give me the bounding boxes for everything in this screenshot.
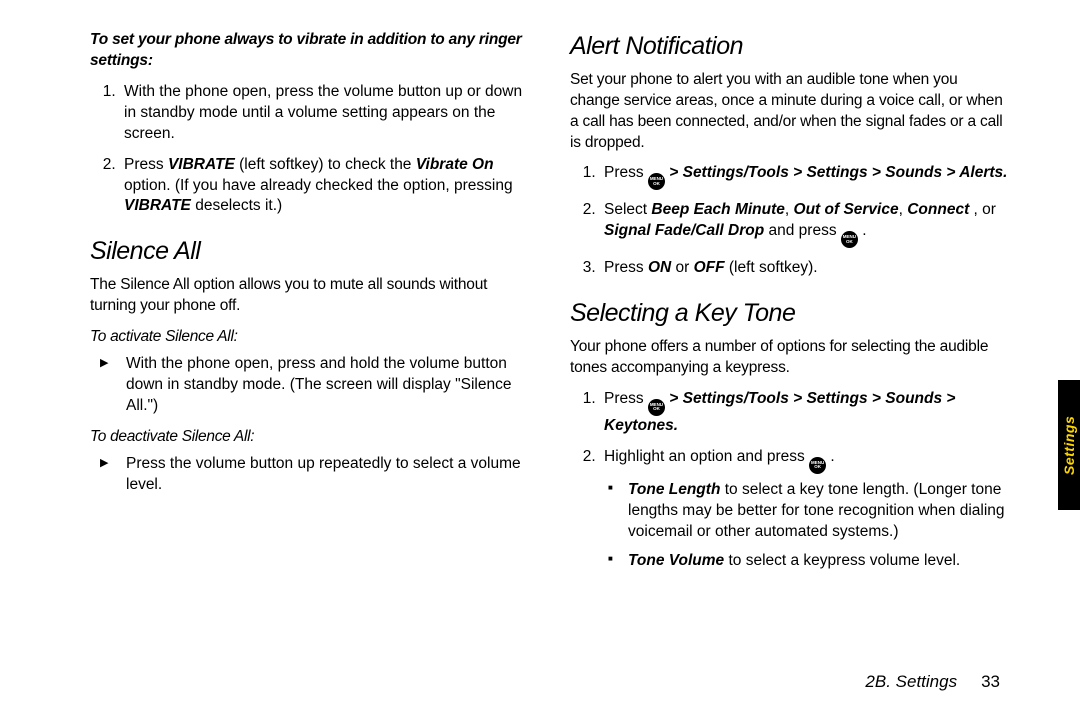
right-column: Alert Notification Set your phone to ale… xyxy=(570,30,1010,690)
keytone-steps: Press MENUOK > Settings/Tools > Settings… xyxy=(570,389,1010,572)
page-footer: 2B. Settings 33 xyxy=(865,672,1000,692)
menu-ok-icon: MENUOK xyxy=(648,173,665,190)
activate-silence-item: With the phone open, press and hold the … xyxy=(120,354,530,417)
footer-section: 2B. Settings xyxy=(865,672,957,691)
deactivate-silence-heading: To deactivate Silence All: xyxy=(90,427,530,448)
footer-page-number: 33 xyxy=(981,672,1000,691)
keytone-step-1: Press MENUOK > Settings/Tools > Settings… xyxy=(600,389,1010,437)
deactivate-silence-list: Press the volume button up repeatedly to… xyxy=(90,454,530,496)
alert-step-2: Select Beep Each Minute, Out of Service,… xyxy=(600,200,1010,248)
menu-ok-icon: MENUOK xyxy=(648,399,665,416)
manual-page: To set your phone always to vibrate in a… xyxy=(0,0,1080,720)
key-tone-heading: Selecting a Key Tone xyxy=(570,297,1010,331)
menu-ok-icon: MENUOK xyxy=(841,231,858,248)
menu-ok-icon: MENUOK xyxy=(809,457,826,474)
silence-all-heading: Silence All xyxy=(90,235,530,269)
silence-all-desc: The Silence All option allows you to mut… xyxy=(90,275,530,317)
vibrate-step-2: Press VIBRATE (left softkey) to check th… xyxy=(120,155,530,218)
key-tone-desc: Your phone offers a number of options fo… xyxy=(570,337,1010,379)
tone-volume-item: Tone Volume to select a keypress volume … xyxy=(622,551,1010,572)
keytone-sublist: Tone Length to select a key tone length.… xyxy=(604,480,1010,572)
section-tab: Settings xyxy=(1058,380,1080,510)
alert-steps: Press MENUOK > Settings/Tools > Settings… xyxy=(570,163,1010,279)
tone-length-item: Tone Length to select a key tone length.… xyxy=(622,480,1010,543)
alert-notification-heading: Alert Notification xyxy=(570,30,1010,64)
activate-silence-list: With the phone open, press and hold the … xyxy=(90,354,530,417)
activate-silence-heading: To activate Silence All: xyxy=(90,327,530,348)
deactivate-silence-item: Press the volume button up repeatedly to… xyxy=(120,454,530,496)
alert-step-1: Press MENUOK > Settings/Tools > Settings… xyxy=(600,163,1010,190)
keytone-step-2: Highlight an option and press MENUOK . T… xyxy=(600,447,1010,572)
vibrate-step-1: With the phone open, press the volume bu… xyxy=(120,82,530,145)
alert-notification-desc: Set your phone to alert you with an audi… xyxy=(570,70,1010,154)
vibrate-steps: With the phone open, press the volume bu… xyxy=(90,82,530,218)
alert-step-3: Press ON or OFF (left softkey). xyxy=(600,258,1010,279)
left-column: To set your phone always to vibrate in a… xyxy=(90,30,530,690)
vibrate-intro: To set your phone always to vibrate in a… xyxy=(90,30,530,72)
